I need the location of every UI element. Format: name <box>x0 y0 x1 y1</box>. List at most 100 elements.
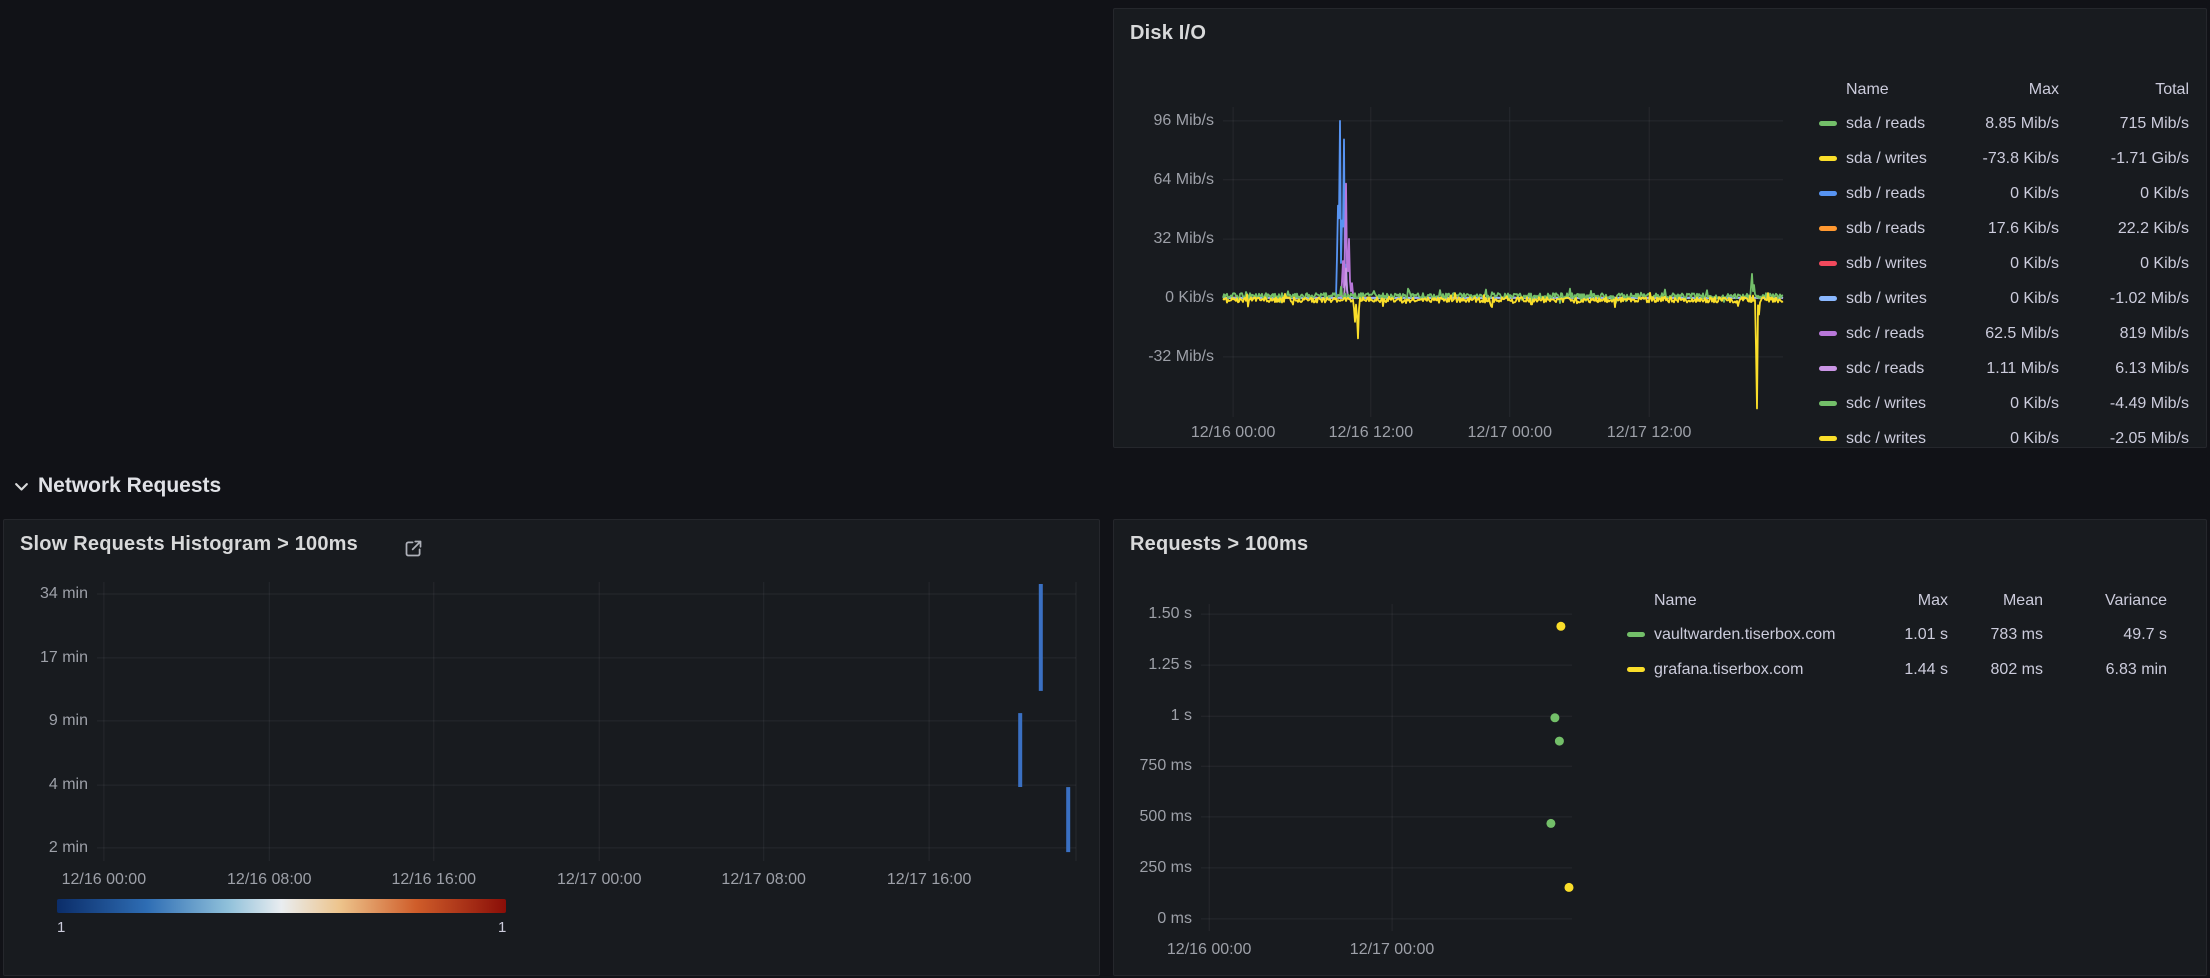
scatter-point[interactable] <box>1556 622 1565 631</box>
series-color-swatch <box>1819 296 1837 301</box>
legend-value: 0 Kib/s <box>1944 255 2059 273</box>
legend-value: 715 Mib/s <box>2059 115 2189 133</box>
panel-title-requests[interactable]: Requests > 100ms <box>1130 533 1308 556</box>
legend-value: 49.7 s <box>2043 626 2167 644</box>
legend-row[interactable]: sdc / reads1.11 Mib/s6.13 Mib/s <box>1819 351 2189 386</box>
series-color-swatch <box>1627 667 1645 672</box>
legend-value: 6.83 min <box>2043 661 2167 679</box>
y-axis-label: 17 min <box>4 649 88 667</box>
legend-series-name: sda / reads <box>1819 115 1944 133</box>
heatmap-cell[interactable] <box>1018 713 1022 787</box>
series-line-sdc-reads <box>1223 184 1783 299</box>
panel-title-slow-requests[interactable]: Slow Requests Histogram > 100ms <box>20 533 358 556</box>
legend-header: NameMaxTotal <box>1819 73 2189 106</box>
legend-value: 62.5 Mib/s <box>1944 325 2059 343</box>
y-axis-label: 32 Mib/s <box>1114 230 1214 248</box>
dashboard: Disk I/O 96 Mib/s 64 Mib/s 32 Mib/s 0 Kib/s… <box>0 0 2210 978</box>
legend-value: 22.2 Kib/s <box>2059 220 2189 238</box>
y-axis-label: 64 Mib/s <box>1114 171 1214 189</box>
scatter-point[interactable] <box>1550 713 1559 722</box>
scatter-point[interactable] <box>1565 883 1574 892</box>
legend-value: 0 Kib/s <box>1944 395 2059 413</box>
legend-row[interactable]: sdb / reads0 Kib/s0 Kib/s <box>1819 176 2189 211</box>
legend-series-name: sdb / writes <box>1819 290 1944 308</box>
legend-col-name[interactable]: Name <box>1819 81 1944 99</box>
legend-row[interactable]: sdb / writes0 Kib/s-1.02 Mib/s <box>1819 281 2189 316</box>
series-color-swatch <box>1819 261 1837 266</box>
y-axis-label: 34 min <box>4 585 88 603</box>
series-color-swatch <box>1819 226 1837 231</box>
legend-col-max[interactable]: Max <box>1944 81 2059 99</box>
legend-value: 783 ms <box>1948 626 2043 644</box>
series-color-swatch <box>1819 121 1837 126</box>
slow-requests-panel: Slow Requests Histogram > 100ms 1 1 34 m… <box>3 519 1100 976</box>
x-axis-label: 12/16 00:00 <box>62 871 147 889</box>
legend-col-total[interactable]: Total <box>2059 81 2189 99</box>
slow-requests-heatmap[interactable] <box>97 582 1076 861</box>
x-axis-label: 12/16 12:00 <box>1329 424 1414 442</box>
legend-series-name: sdc / reads <box>1819 360 1944 378</box>
x-axis-label: 12/17 12:00 <box>1607 424 1692 442</box>
external-link-icon[interactable] <box>403 538 424 559</box>
y-axis-label: 2 min <box>4 839 88 857</box>
legend-value: 1.01 s <box>1858 626 1948 644</box>
x-axis-label: 12/16 16:00 <box>392 871 477 889</box>
legend-row[interactable]: sdb / reads17.6 Kib/s22.2 Kib/s <box>1819 211 2189 246</box>
series-color-swatch <box>1819 366 1837 371</box>
legend: NameMaxTotalsda / reads8.85 Mib/s715 Mib… <box>1819 73 2189 448</box>
section-title: Network Requests <box>38 474 221 498</box>
y-axis-label: 250 ms <box>1114 859 1192 877</box>
y-axis-label: -32 Mib/s <box>1114 348 1214 366</box>
disk-io-chart[interactable] <box>1223 107 1783 417</box>
legend-row[interactable]: vaultwarden.tiserbox.com1.01 s783 ms49.7… <box>1627 617 2167 652</box>
legend-col-max[interactable]: Max <box>1858 592 1948 610</box>
x-axis-label: 12/17 08:00 <box>721 871 806 889</box>
heatmap-cell[interactable] <box>1066 787 1070 852</box>
y-axis-label: 0 Kib/s <box>1114 289 1214 307</box>
requests-panel: Requests > 100ms 1.50 s1.25 s1 s750 ms50… <box>1113 519 2207 976</box>
legend-col-mean[interactable]: Mean <box>1948 592 2043 610</box>
disk-io-panel: Disk I/O 96 Mib/s 64 Mib/s 32 Mib/s 0 Kib/s… <box>1113 8 2207 448</box>
legend-value: 0 Kib/s <box>1944 290 2059 308</box>
series-color-swatch <box>1819 331 1837 336</box>
y-axis-label: 4 min <box>4 776 88 794</box>
scatter-point[interactable] <box>1546 819 1555 828</box>
y-axis-label: 96 Mib/s <box>1114 112 1214 130</box>
row-toggle-network-requests[interactable]: Network Requests <box>12 474 221 498</box>
legend-value: 819 Mib/s <box>2059 325 2189 343</box>
legend-series-name: grafana.tiserbox.com <box>1627 661 1858 679</box>
chevron-down-icon <box>12 477 31 496</box>
legend-row[interactable]: sda / reads8.85 Mib/s715 Mib/s <box>1819 106 2189 141</box>
panel-title-disk-io[interactable]: Disk I/O <box>1130 22 1206 45</box>
legend-col-name[interactable]: Name <box>1627 592 1858 610</box>
legend-header: NameMaxMeanVariance <box>1627 584 2167 617</box>
x-axis-label: 12/16 00:00 <box>1167 941 1252 959</box>
legend-value: 0 Kib/s <box>1944 430 2059 448</box>
series-color-swatch <box>1819 436 1837 441</box>
y-axis-label: 500 ms <box>1114 808 1192 826</box>
legend-series-name: sdc / writes <box>1819 430 1944 448</box>
legend-series-name: sdb / reads <box>1819 220 1944 238</box>
legend-row[interactable]: sdc / writes0 Kib/s-4.49 Mib/s <box>1819 386 2189 421</box>
legend-series-name: sdb / reads <box>1819 185 1944 203</box>
series-color-swatch <box>1819 191 1837 196</box>
legend-series-name: sdb / writes <box>1819 255 1944 273</box>
heatmap-cell[interactable] <box>1039 584 1043 691</box>
legend-col-variance[interactable]: Variance <box>2043 592 2167 610</box>
legend-value: -4.49 Mib/s <box>2059 395 2189 413</box>
legend-series-name: sda / writes <box>1819 150 1944 168</box>
legend-row[interactable]: grafana.tiserbox.com1.44 s802 ms6.83 min <box>1627 652 2167 687</box>
legend-row[interactable]: sdc / writes0 Kib/s-2.05 Mib/s <box>1819 421 2189 448</box>
legend-value: 6.13 Mib/s <box>2059 360 2189 378</box>
x-axis-label: 12/17 00:00 <box>1350 941 1435 959</box>
x-axis-label: 12/16 08:00 <box>227 871 312 889</box>
legend-value: -1.71 Gib/s <box>2059 150 2189 168</box>
requests-chart[interactable] <box>1201 604 1572 931</box>
series-color-swatch <box>1819 156 1837 161</box>
legend-row[interactable]: sdc / reads62.5 Mib/s819 Mib/s <box>1819 316 2189 351</box>
scatter-point[interactable] <box>1555 737 1564 746</box>
legend-value: -1.02 Mib/s <box>2059 290 2189 308</box>
legend-row[interactable]: sda / writes-73.8 Kib/s-1.71 Gib/s <box>1819 141 2189 176</box>
legend-row[interactable]: sdb / writes0 Kib/s0 Kib/s <box>1819 246 2189 281</box>
legend-series-name: sdc / reads <box>1819 325 1944 343</box>
